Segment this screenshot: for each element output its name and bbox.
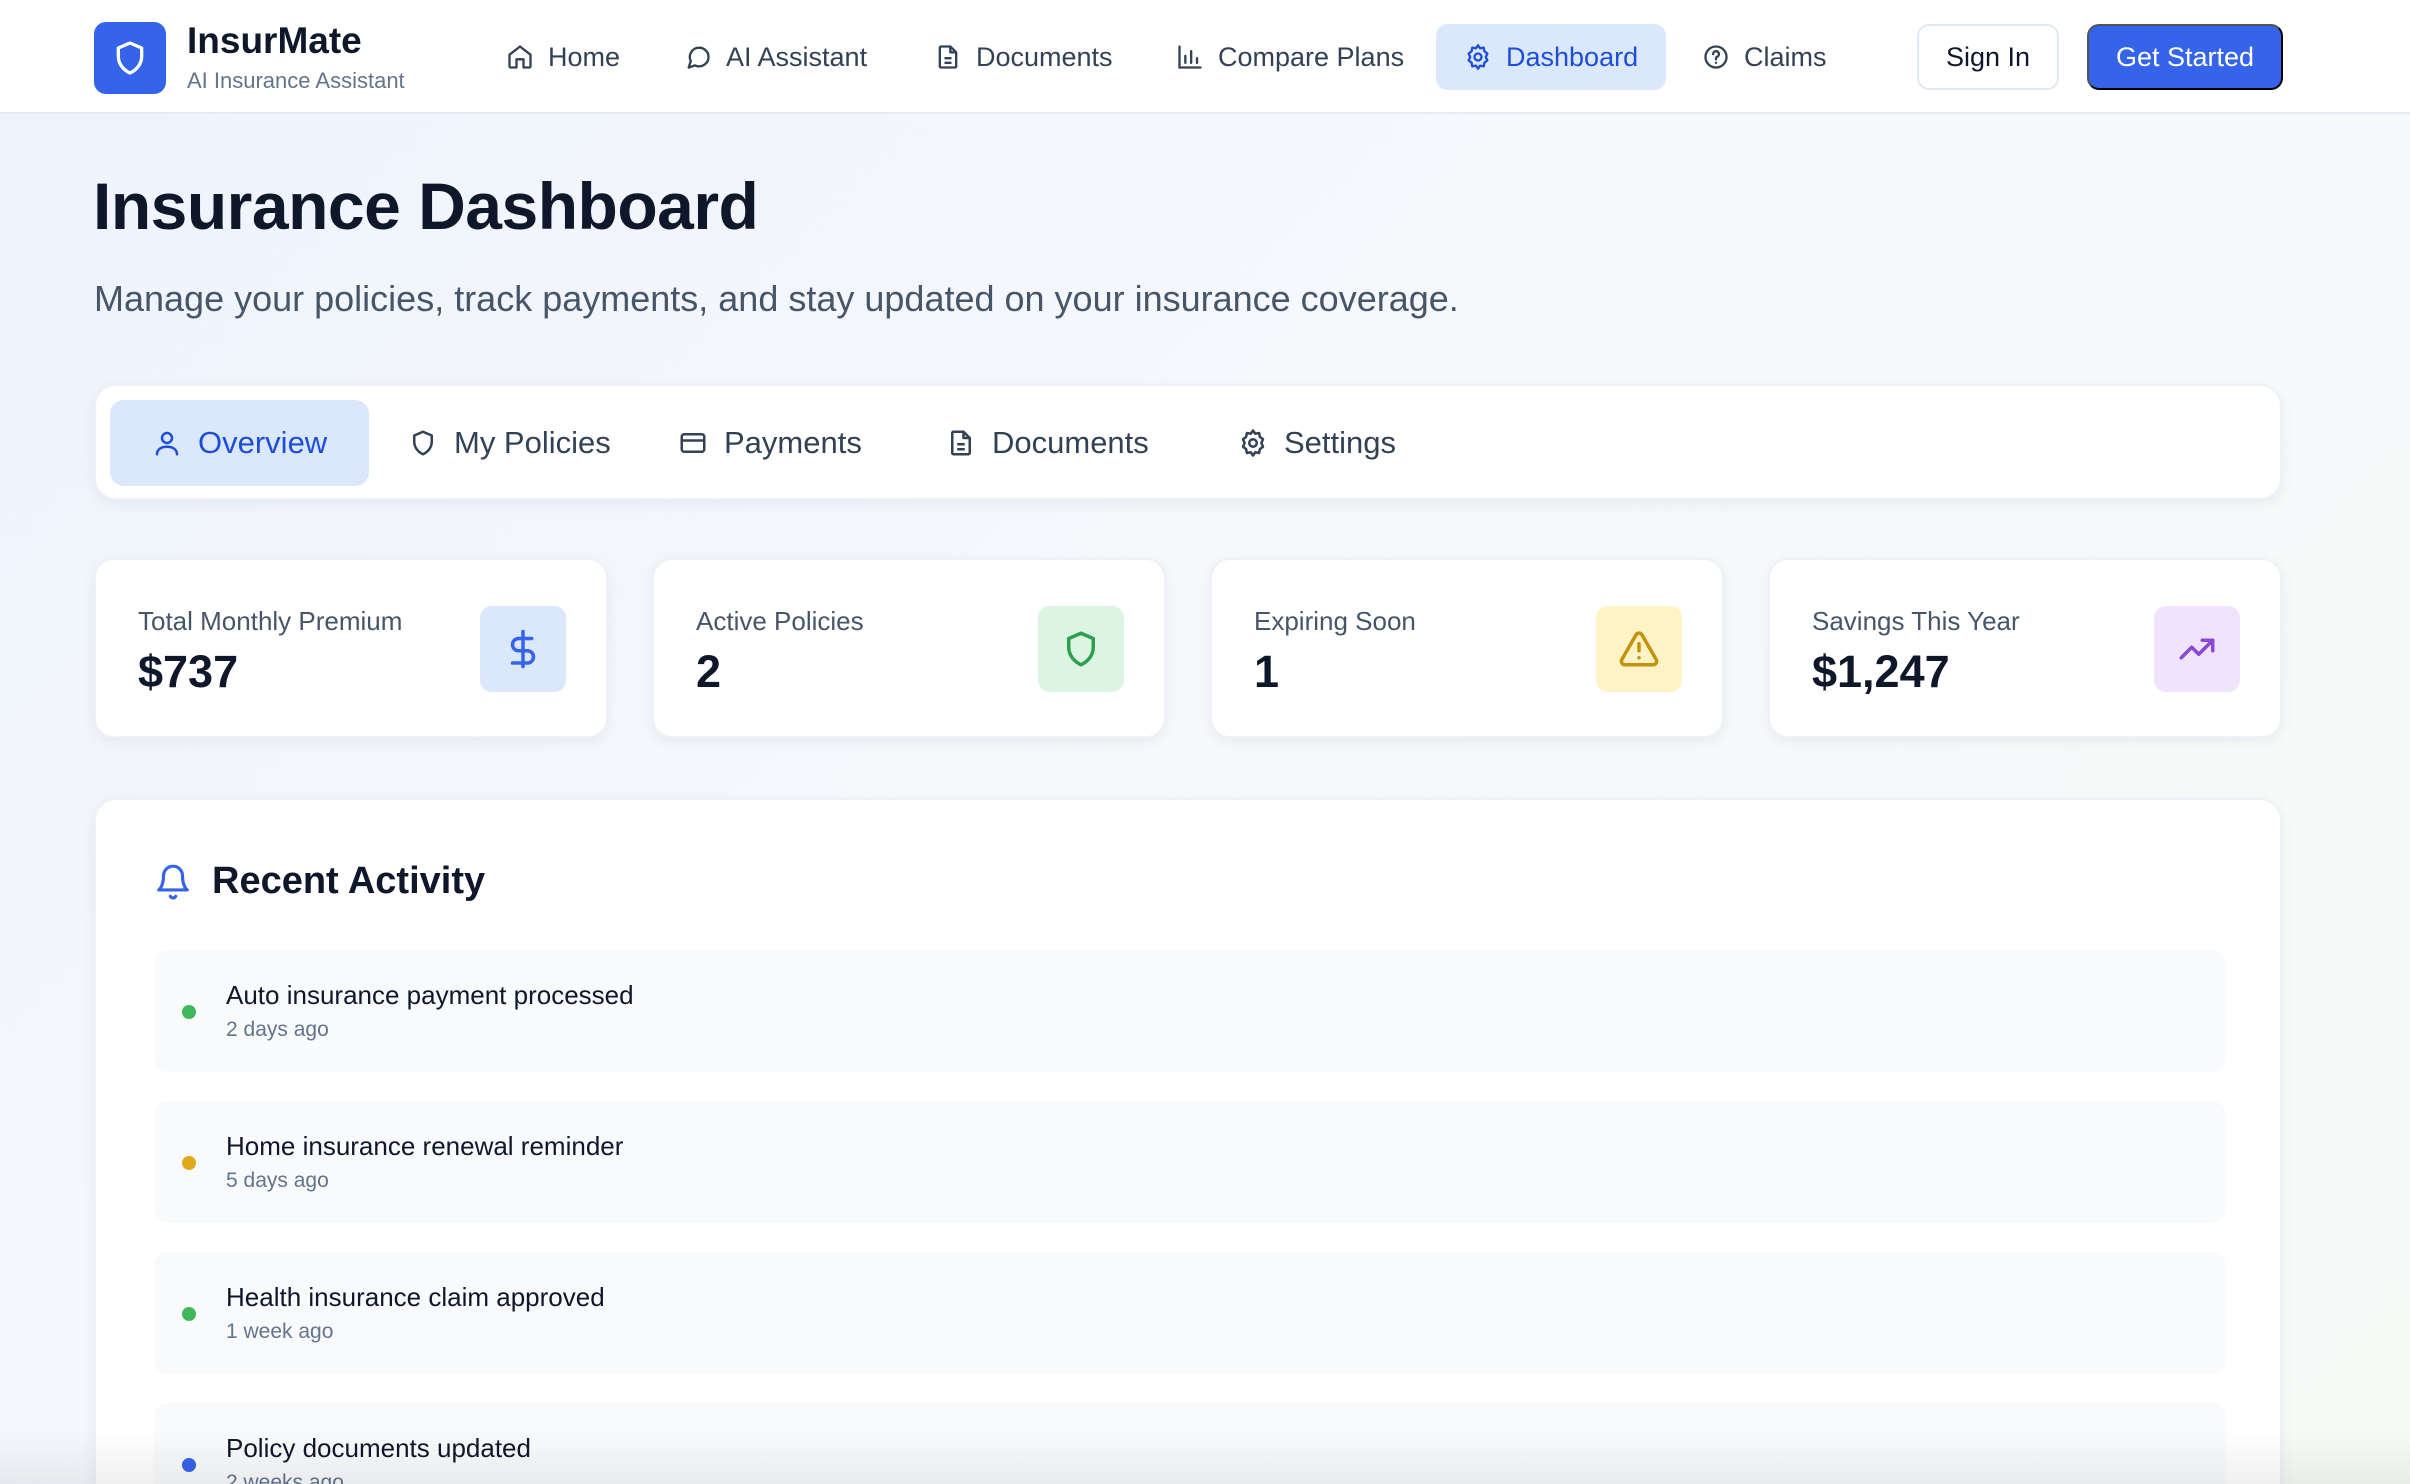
activity-item[interactable]: Policy documents updated 2 weeks ago (154, 1403, 2226, 1484)
activity-time: 2 weeks ago (226, 1471, 344, 1484)
activity-text: Health insurance claim approved (226, 1282, 605, 1312)
nav-compare-plans-label: Compare Plans (1218, 41, 1405, 72)
nav-compare-plans[interactable]: Compare Plans (1148, 24, 1432, 90)
home-icon (508, 45, 532, 69)
user-icon (155, 431, 179, 456)
top-navbar: InsurMate AI Insurance Assistant Home AI… (0, 0, 2410, 114)
shield-icon (1067, 631, 1095, 667)
trending-up-icon (2179, 638, 2215, 660)
chat-icon (687, 46, 710, 69)
tab-overview[interactable]: Overview (110, 400, 370, 486)
stat-label: Savings This Year (1812, 606, 2020, 636)
page-subtitle: Manage your policies, track payments, an… (94, 278, 1459, 319)
get-started-button[interactable]: Get Started (2087, 24, 2283, 90)
warning-icon (1619, 631, 1659, 667)
nav-home-label: Home (548, 41, 621, 72)
nav-claims-label: Claims (1744, 41, 1827, 72)
nav-dashboard[interactable]: Dashboard (1436, 24, 1667, 90)
nav-dashboard-label: Dashboard (1506, 41, 1639, 72)
activity-item[interactable]: Home insurance renewal reminder 5 days a… (154, 1101, 2226, 1223)
tab-my-policies-label: My Policies (454, 425, 611, 460)
nav-claims[interactable]: Claims (1674, 24, 1855, 90)
status-dot (182, 1156, 196, 1170)
activity-text: Policy documents updated (226, 1433, 531, 1463)
stat-value: 2 (696, 646, 722, 697)
recent-activity-panel: Recent Activity Auto insurance payment p… (94, 798, 2282, 1484)
nav-documents[interactable]: Documents (906, 24, 1141, 90)
stat-value: 1 (1254, 646, 1280, 697)
stat-icon-box (1596, 606, 1682, 692)
recent-activity-header: Recent Activity (154, 860, 485, 903)
activity-text: Home insurance renewal reminder (226, 1131, 624, 1161)
nav-ai-assistant-label: AI Assistant (726, 41, 868, 72)
tab-documents-label: Documents (992, 425, 1149, 460)
stat-label: Total Monthly Premium (138, 606, 403, 636)
activity-time: 1 week ago (226, 1320, 334, 1343)
tab-settings[interactable]: Settings (1196, 400, 1438, 486)
stat-label: Expiring Soon (1254, 606, 1416, 636)
activity-item[interactable]: Auto insurance payment processed 2 days … (154, 950, 2226, 1072)
dollar-icon (510, 629, 536, 669)
help-circle-icon (1704, 45, 1728, 69)
stat-card-monthly-premium: Total Monthly Premium $737 (94, 558, 608, 738)
activity-text: Auto insurance payment processed (226, 980, 634, 1010)
shield-icon (116, 41, 144, 75)
credit-card-icon (680, 433, 706, 453)
activity-item[interactable]: Health insurance claim approved 1 week a… (154, 1252, 2226, 1374)
recent-activity-title: Recent Activity (212, 860, 486, 902)
stat-value: $737 (138, 646, 239, 697)
bell-icon (157, 864, 189, 899)
status-dot (182, 1458, 196, 1472)
page-title: Insurance Dashboard (93, 169, 759, 243)
gear-icon (1467, 44, 1489, 70)
tab-payments-label: Payments (724, 425, 862, 460)
stat-card-active-policies: Active Policies 2 (652, 558, 1166, 738)
tab-my-policies[interactable]: My Policies (366, 400, 653, 486)
shield-icon (413, 430, 433, 456)
document-icon (938, 45, 958, 69)
nav-home[interactable]: Home (478, 24, 648, 90)
activity-time: 5 days ago (226, 1169, 329, 1192)
stat-icon-box (480, 606, 566, 692)
nav-ai-assistant[interactable]: AI Assistant (656, 24, 895, 90)
tab-documents[interactable]: Documents (904, 400, 1191, 486)
stat-value: $1,247 (1812, 646, 1950, 697)
stat-icon-box (1038, 606, 1124, 692)
brand-name: InsurMate (187, 20, 362, 61)
stat-card-expiring-soon: Expiring Soon 1 (1210, 558, 1724, 738)
status-dot (182, 1005, 196, 1019)
bar-chart-icon (1178, 45, 1202, 69)
gear-icon (1241, 429, 1265, 457)
logo[interactable] (94, 22, 166, 94)
nav-documents-label: Documents (976, 41, 1113, 72)
activity-time: 2 days ago (226, 1018, 329, 1041)
stat-card-savings: Savings This Year $1,247 (1768, 558, 2282, 738)
status-dot (182, 1307, 196, 1321)
tab-overview-label: Overview (198, 425, 328, 460)
brand-subtitle: AI Insurance Assistant (187, 68, 405, 93)
document-icon (951, 430, 971, 456)
stat-label: Active Policies (696, 606, 864, 636)
stat-icon-box (2154, 606, 2240, 692)
sign-in-button[interactable]: Sign In (1917, 24, 2059, 90)
tab-payments[interactable]: Payments (636, 400, 904, 486)
dashboard-tabs: Overview My Policies Payments Documents … (94, 384, 2282, 500)
tab-settings-label: Settings (1284, 425, 1397, 460)
